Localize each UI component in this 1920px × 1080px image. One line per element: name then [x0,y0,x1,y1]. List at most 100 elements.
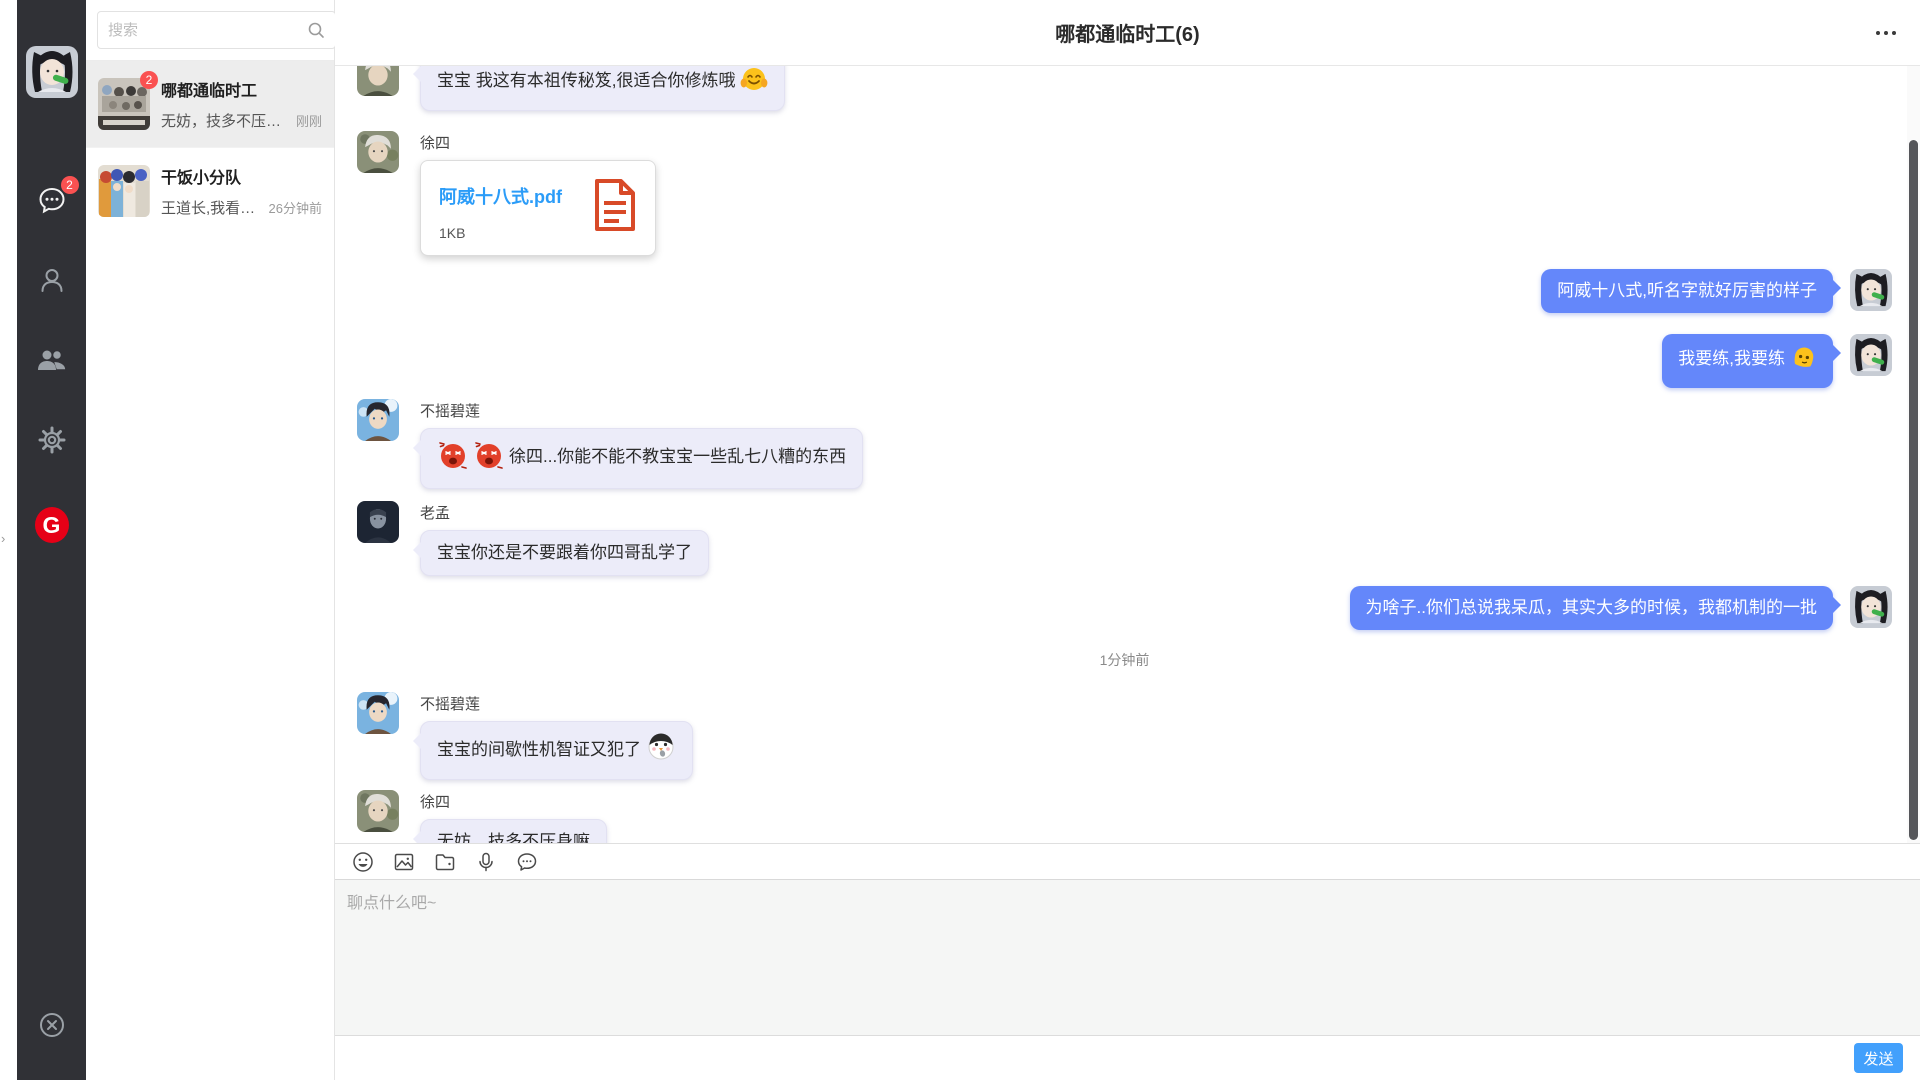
message-row: 我要练,我要练 [357,334,1892,388]
message-row: 阿威十八式,听名字就好厉害的样子 [357,269,1892,313]
g-logo: G [35,507,69,543]
message-row: 不摇碧莲 宝宝的间歇性机智证又犯了 [357,692,1892,780]
sender-avatar[interactable] [357,692,399,734]
file-meta: 阿威十八式.pdf 1KB [439,177,591,241]
message-bubble: 宝宝你还是不要跟着你四哥乱学了 [420,530,709,576]
message-list: 宝宝 我这有本祖传秘笈,很适合你修炼哦 [335,66,1920,843]
emoji-icon [352,851,374,873]
group-avatar: 2 [98,78,150,130]
sender-name: 不摇碧莲 [420,400,863,421]
group-avatar [98,165,150,217]
conversation-info: 干饭小分队 王道长,我看你才… 26分钟前 [161,164,322,218]
sender-avatar[interactable] [357,66,399,96]
hugging-face-emoji-icon [740,66,768,100]
conversation-list: 2 哪都通临时工 无妨，技多不压身嘛 刚刚 [86,0,335,1080]
sender-name: 老孟 [420,502,709,523]
sender-name: 徐四 [420,791,607,812]
send-file-button[interactable] [430,849,460,875]
chat-panel: 哪都通临时工(6) 宝宝 我这有本祖传秘笈,很适合你修炼哦 [335,0,1920,1080]
sidebar-item-contacts[interactable] [35,265,69,295]
sender-avatar[interactable] [357,399,399,441]
search-icon[interactable] [307,21,325,39]
emoji-picker-button[interactable] [348,849,378,875]
message-text: 阿威十八式,听名字就好厉害的样子 [1557,281,1817,300]
composer-toolbar [335,844,1920,880]
own-avatar[interactable] [1850,334,1892,376]
search-input[interactable] [108,22,307,39]
sidebar-item-groups[interactable] [35,345,69,375]
sender-avatar[interactable] [357,131,399,173]
message-text: 宝宝 我这有本祖传秘笈,很适合你修炼哦 [437,71,735,90]
message-bubble: 无妨，技多不压身嘛 [420,819,607,843]
message-history-button[interactable] [512,849,542,875]
message-bubble: 宝宝 我这有本祖传秘笈,很适合你修炼哦 [420,66,785,111]
conversation-time: 26分钟前 [269,198,322,217]
scrollbar-thumb[interactable] [1909,140,1918,840]
conversation-item-ganfan[interactable]: 干饭小分队 王道长,我看你才… 26分钟前 [86,147,334,233]
file-size: 1KB [439,225,591,241]
scrollbar-track[interactable] [1907,66,1920,843]
chat-title: 哪都通临时工(6) [1055,18,1199,47]
contacts-icon [38,266,66,294]
collapse-handle-icon[interactable]: › [1,531,5,546]
sidebar-item-app-logo[interactable]: G [35,507,69,543]
message-bubble: 为啥子..你们总说我呆瓜，其实大多的时候，我都机制的一批 [1350,586,1833,630]
message-row: 老孟 宝宝你还是不要跟着你四哥乱学了 [357,501,1892,576]
sidebar-item-settings[interactable] [35,425,69,455]
sidebar-item-chats[interactable]: 2 [35,185,69,215]
conversation-name: 干饭小分队 [161,164,322,188]
conversation-item-nadutong[interactable]: 2 哪都通临时工 无妨，技多不压身嘛 刚刚 [86,61,334,147]
search-box[interactable] [97,11,336,49]
more-options-icon[interactable] [1876,31,1896,35]
own-avatar[interactable] [1850,586,1892,628]
send-image-button[interactable] [389,849,419,875]
time-divider: 1分钟前 [357,650,1892,670]
message-bubble: 我要练,我要练 [1662,334,1833,388]
conversation-unread-badge: 2 [140,71,158,89]
sidebar-item-close[interactable] [35,1010,69,1040]
sender-name: 徐四 [420,132,656,153]
group-avatar-image [98,165,150,217]
message-row: 徐四 无妨，技多不压身嘛 [357,790,1892,843]
file-attachment-card[interactable]: 阿威十八式.pdf 1KB [420,160,656,256]
chat-app-window: › 2 [0,0,1920,1080]
voice-message-button[interactable] [471,849,501,875]
sender-avatar[interactable] [357,790,399,832]
conversation-preview: 王道长,我看你才… [161,197,265,218]
message-text: 为啥子..你们总说我呆瓜，其实大多的时候，我都机制的一批 [1366,598,1817,617]
message-text: 宝宝你还是不要跟着你四哥乱学了 [437,543,692,562]
message-text: 宝宝的间歇性机智证又犯了 [437,740,641,759]
message-text: 徐四...你能不能不教宝宝一些乱七八糟的东西 [509,447,846,466]
conversation-time: 刚刚 [296,111,322,130]
chats-unread-badge: 2 [61,176,79,194]
message-row: 徐四 阿威十八式.pdf 1KB [357,131,1892,256]
conversation-info: 哪都通临时工 无妨，技多不压身嘛 刚刚 [161,77,322,131]
pdf-icon [591,177,637,233]
message-input[interactable] [335,880,1920,1035]
image-icon [393,851,415,873]
chat-header: 哪都通临时工(6) [335,0,1920,66]
message-bubble: 阿威十八式,听名字就好厉害的样子 [1541,269,1833,313]
message-text: 我要练,我要练 [1678,349,1785,368]
user-avatar[interactable] [26,46,78,98]
nav-rail: 2 [17,0,86,1080]
angry-face-emoji-icon [437,439,469,478]
message-bubble-icon [516,851,538,873]
conversation-name: 哪都通临时工 [161,77,322,101]
message-bubble: 宝宝的间歇性机智证又犯了 [420,721,693,780]
microphone-icon [475,851,497,873]
message-row: 不摇碧莲 徐四... [357,399,1892,489]
close-icon [37,1010,67,1040]
user-avatar-image [26,46,78,98]
settings-icon [37,425,67,455]
send-button[interactable]: 发送 [1854,1043,1903,1073]
melting-face-emoji-icon [1790,344,1817,378]
sender-name: 不摇碧莲 [420,693,693,714]
send-row: 发送 [335,1035,1920,1080]
message-text: 无妨，技多不压身嘛 [437,832,590,843]
composer: 发送 [335,843,1920,1080]
group-icon [36,346,68,374]
folder-icon [434,851,456,873]
own-avatar[interactable] [1850,269,1892,311]
sender-avatar[interactable] [357,501,399,543]
